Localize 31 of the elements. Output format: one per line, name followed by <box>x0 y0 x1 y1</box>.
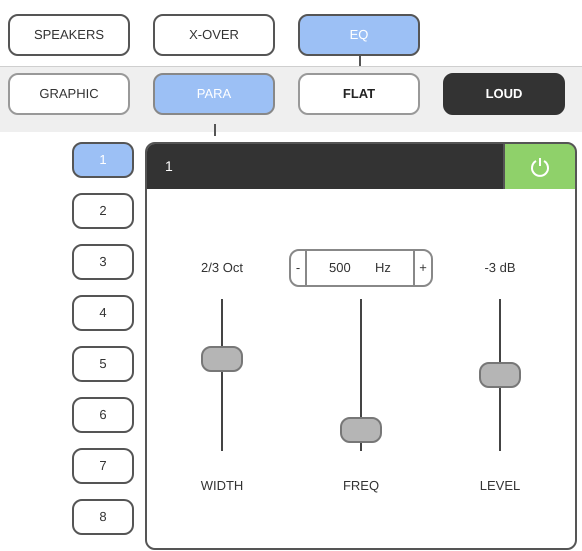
plus-button[interactable]: + <box>413 251 431 285</box>
slider-reading: 2/3 Oct <box>201 259 243 278</box>
power-button[interactable] <box>503 144 575 189</box>
tab[interactable]: X-OVER <box>153 14 275 56</box>
slider-label: WIDTH <box>200 477 244 495</box>
toggle-button[interactable]: LOUD <box>443 73 565 115</box>
band-button[interactable]: 7 <box>72 448 134 484</box>
slider-track[interactable] <box>478 299 522 451</box>
frequency-value: 500 <box>329 259 352 278</box>
slider-reading: -3 dB <box>484 259 516 278</box>
band-button[interactable]: 6 <box>72 397 134 433</box>
tab[interactable]: SPEAKERS <box>8 14 130 56</box>
power-icon <box>529 156 551 178</box>
band-title: 1 <box>164 157 173 176</box>
slider-track[interactable] <box>200 299 244 451</box>
band-button[interactable]: 2 <box>72 193 134 229</box>
slider-track[interactable] <box>339 299 383 451</box>
slider-thumb[interactable] <box>201 346 243 372</box>
band-button[interactable]: 3 <box>72 244 134 280</box>
slider-thumb[interactable] <box>340 417 382 444</box>
toggle-button[interactable]: FLAT <box>298 73 420 115</box>
minus-button[interactable]: - <box>291 251 307 285</box>
unit-label: Hz <box>375 259 392 278</box>
band-button[interactable]: 4 <box>72 295 134 331</box>
mode-tab[interactable]: GRAPHIC <box>8 73 130 115</box>
band-button[interactable]: 5 <box>72 346 134 382</box>
slider-thumb[interactable] <box>479 362 521 388</box>
frequency-stepper[interactable]: - 500 Hz + <box>289 249 433 287</box>
band-button[interactable]: 8 <box>72 499 134 535</box>
slider-label: FREQ <box>342 477 380 495</box>
slider-label: LEVEL <box>480 477 520 495</box>
